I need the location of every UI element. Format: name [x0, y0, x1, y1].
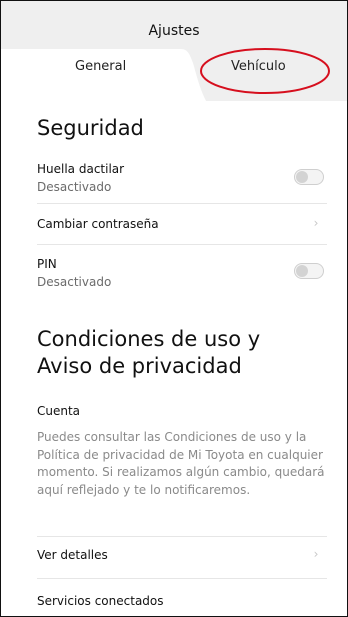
- terms-heading-line1: Condiciones de uso y: [37, 327, 261, 351]
- divider: [37, 578, 327, 579]
- highlight-ellipse-annotation: [200, 48, 330, 94]
- connected-services-row[interactable]: Servicios conectados: [37, 594, 325, 614]
- fingerprint-row: Huella dactilar Desactivado: [37, 162, 325, 196]
- fingerprint-label: Huella dactilar: [37, 162, 125, 176]
- account-label: Cuenta: [37, 404, 81, 418]
- pin-row: PIN Desactivado: [37, 257, 325, 291]
- active-tab-background: [1, 49, 181, 101]
- divider: [37, 536, 327, 537]
- change-password-row[interactable]: Cambiar contraseña: [37, 217, 325, 237]
- view-details-row[interactable]: Ver detalles: [37, 548, 325, 568]
- pin-status: Desactivado: [37, 275, 112, 289]
- connected-services-label: Servicios conectados: [37, 594, 164, 608]
- account-description: Puedes consultar las Condiciones de uso …: [37, 430, 325, 497]
- terms-heading-line2: Aviso de privacidad: [37, 354, 242, 378]
- fingerprint-toggle[interactable]: [294, 169, 324, 185]
- phone-screen: Ajustes General Vehículo Seguridad Huell…: [0, 0, 348, 617]
- security-heading: Seguridad: [37, 116, 144, 140]
- settings-content: Seguridad Huella dactilar Desactivado Ca…: [1, 101, 347, 616]
- account-row: Cuenta: [37, 404, 325, 422]
- chevron-right-icon: ›: [313, 547, 319, 561]
- toggle-knob: [296, 171, 308, 183]
- pin-toggle[interactable]: [294, 263, 324, 279]
- toggle-knob: [296, 265, 308, 277]
- change-password-label: Cambiar contraseña: [37, 217, 159, 231]
- chevron-right-icon: ›: [313, 216, 319, 230]
- fingerprint-status: Desactivado: [37, 180, 112, 194]
- divider: [37, 244, 327, 245]
- page-title: Ajustes: [148, 23, 200, 39]
- pin-label: PIN: [37, 257, 57, 271]
- tab-general[interactable]: General: [75, 59, 126, 74]
- header: Ajustes General Vehículo: [1, 1, 347, 101]
- divider: [37, 203, 327, 204]
- view-details-label: Ver detalles: [37, 548, 108, 562]
